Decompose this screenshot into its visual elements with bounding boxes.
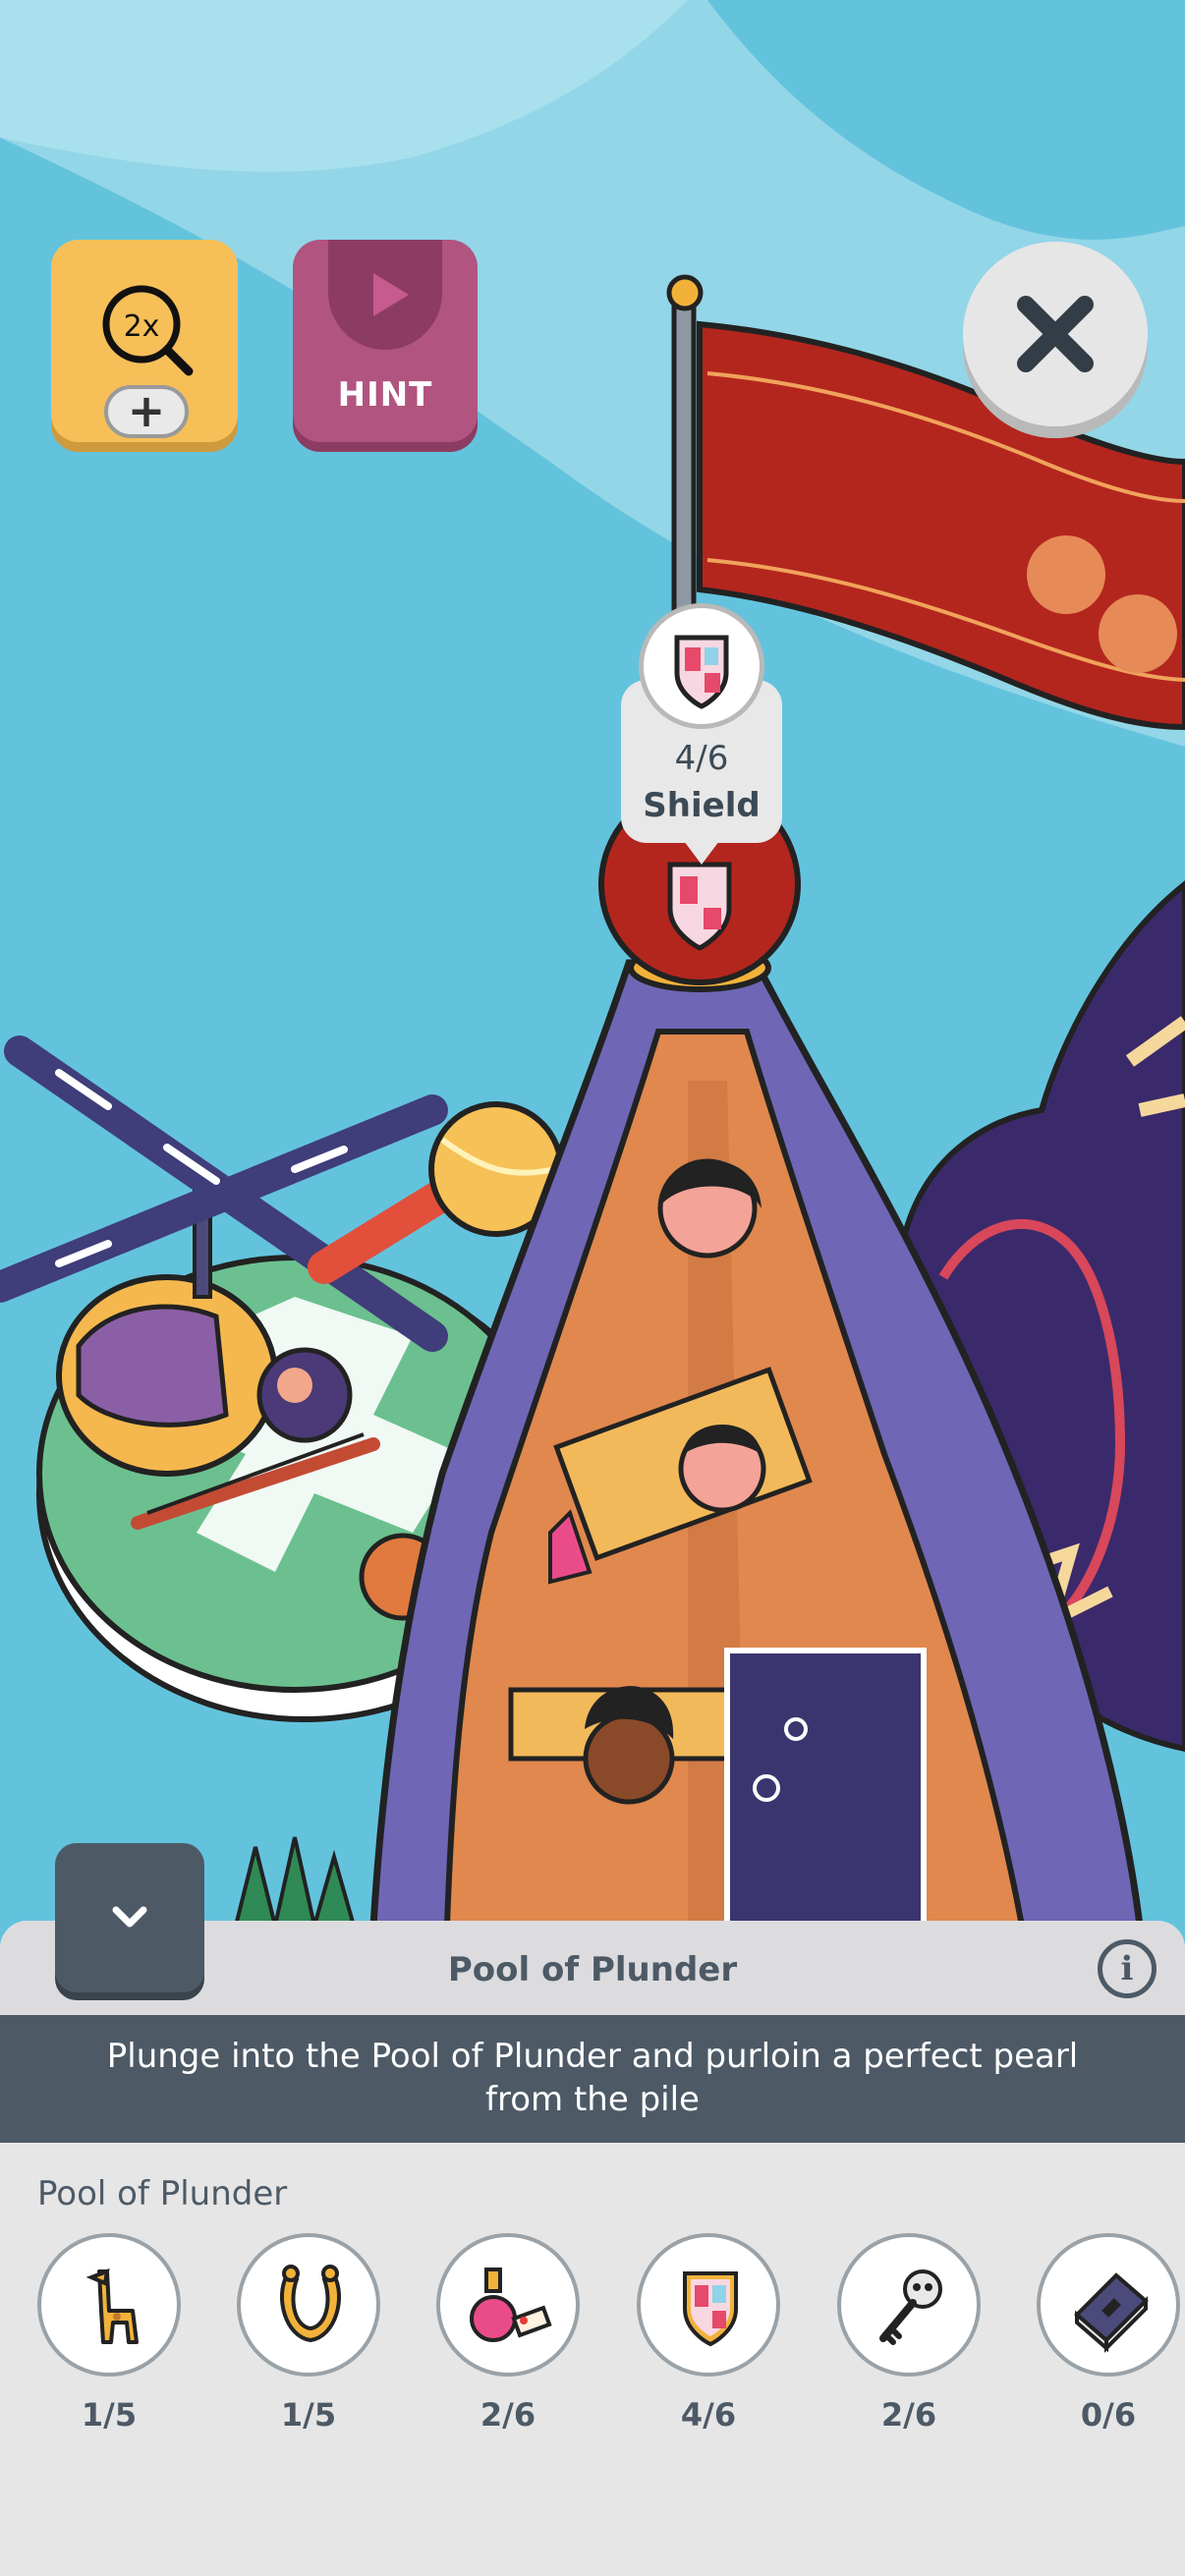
spellbook-icon	[1074, 2272, 1149, 2353]
close-button[interactable]	[963, 242, 1148, 426]
play-video-icon	[328, 240, 442, 350]
item-count: 0/6	[1080, 2396, 1137, 2434]
magnifier-2x-icon: 2x	[102, 285, 194, 376]
item-count: 1/5	[280, 2396, 337, 2434]
tooltip-name: Shield	[643, 786, 761, 825]
lyre-icon	[279, 2265, 342, 2343]
item-lyre[interactable]: 1/5	[237, 2233, 380, 2434]
potion-icon	[470, 2268, 552, 2342]
tooltip-shield-icon	[639, 603, 764, 729]
item-shield[interactable]: 4/6	[637, 2233, 780, 2434]
skull-key-icon	[879, 2269, 942, 2345]
item-circle	[436, 2233, 580, 2377]
info-button[interactable]: i	[1098, 1939, 1157, 1998]
close-icon	[1017, 296, 1094, 372]
giraffe-icon	[85, 2268, 139, 2344]
item-count: 1/5	[81, 2396, 138, 2434]
add-zoom-button[interactable]: +	[104, 385, 189, 438]
info-icon: i	[1120, 1949, 1134, 1988]
item-circle	[837, 2233, 981, 2377]
item-count: 2/6	[480, 2396, 536, 2434]
item-count: 4/6	[680, 2396, 737, 2434]
item-circle	[237, 2233, 380, 2377]
item-skull-key[interactable]: 2/6	[837, 2233, 981, 2434]
collapse-panel-button[interactable]	[55, 1843, 204, 1992]
item-circle	[1037, 2233, 1180, 2377]
shield-icon	[683, 2271, 738, 2347]
quest-description-bar: Plunge into the Pool of Plunder and purl…	[0, 2015, 1185, 2143]
item-circle	[37, 2233, 181, 2377]
item-potion[interactable]: 2/6	[436, 2233, 580, 2434]
item-count: 2/6	[880, 2396, 937, 2434]
bottom-panel: Pool of Plunder i Plunge into the Pool o…	[0, 1921, 1185, 2576]
item-spellbook[interactable]: 0/6	[1037, 2233, 1180, 2434]
zoom-label: 2x	[124, 309, 160, 344]
chevron-down-icon	[112, 1906, 147, 1928]
item-list-title: Pool of Plunder	[37, 2174, 288, 2213]
item-circle	[637, 2233, 780, 2377]
quest-description: Plunge into the Pool of Plunder and purl…	[106, 2037, 1079, 2119]
tooltip-count: 4/6	[674, 739, 729, 778]
hint-button[interactable]: HINT	[293, 240, 478, 442]
zoom-2x-button[interactable]: 2x +	[51, 240, 238, 442]
item-giraffe[interactable]: 1/5	[37, 2233, 181, 2434]
hint-label: HINT	[337, 375, 433, 415]
